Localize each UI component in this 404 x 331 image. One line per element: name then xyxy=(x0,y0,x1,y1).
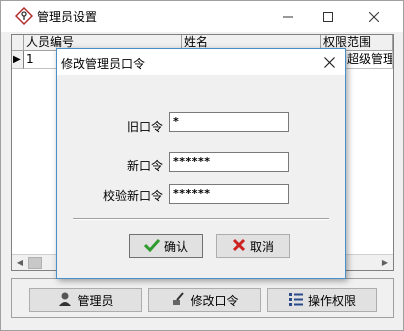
ok-button-label: 确认 xyxy=(163,239,188,254)
list-icon xyxy=(288,292,304,309)
cancel-button[interactable]: 取消 xyxy=(216,234,290,258)
x-icon xyxy=(232,238,246,255)
key-icon xyxy=(14,6,34,26)
title-bar: 管理员设置 xyxy=(1,1,403,32)
maximize-button[interactable] xyxy=(305,1,351,32)
ok-button[interactable]: 确认 xyxy=(129,234,203,258)
row-indicator: ▶ xyxy=(12,51,24,69)
admin-button-label: 管理员 xyxy=(77,293,114,308)
confirm-password-label: 校验新口令 xyxy=(102,189,163,203)
row-indicator-header xyxy=(12,35,24,51)
change-password-dialog: 修改管理员口令 旧口令 * 新口令 ****** 校验新口令 ****** 确认… xyxy=(56,48,346,279)
check-icon xyxy=(143,238,161,255)
window-title: 管理员设置 xyxy=(37,10,98,24)
new-password-label: 新口令 xyxy=(126,159,163,173)
change-password-button-label: 修改口令 xyxy=(190,293,239,308)
window-close-button[interactable] xyxy=(351,1,397,32)
edit-icon xyxy=(170,291,186,310)
scroll-left-icon[interactable]: ◀ xyxy=(13,256,27,269)
dialog-divider xyxy=(73,218,329,220)
cancel-button-label: 取消 xyxy=(249,239,274,254)
admin-button[interactable]: 管理员 xyxy=(29,288,142,312)
permissions-button[interactable]: 操作权限 xyxy=(267,288,377,312)
scroll-thumb[interactable] xyxy=(28,257,42,269)
user-icon xyxy=(57,291,73,310)
old-password-field[interactable]: * xyxy=(169,112,289,132)
toolbar-panel: 管理员 修改口令 操作权限 xyxy=(11,278,394,318)
dialog-title: 修改管理员口令 xyxy=(61,57,146,71)
new-password-field[interactable]: ****** xyxy=(169,152,289,172)
dialog-title-bar: 修改管理员口令 xyxy=(57,49,345,75)
confirm-password-field[interactable]: ****** xyxy=(169,184,289,204)
permissions-button-label: 操作权限 xyxy=(307,293,356,308)
change-password-button[interactable]: 修改口令 xyxy=(148,288,261,312)
dialog-close-icon[interactable] xyxy=(319,52,339,72)
old-password-label: 旧口令 xyxy=(126,120,163,134)
scroll-right-icon[interactable]: ▶ xyxy=(378,256,392,269)
